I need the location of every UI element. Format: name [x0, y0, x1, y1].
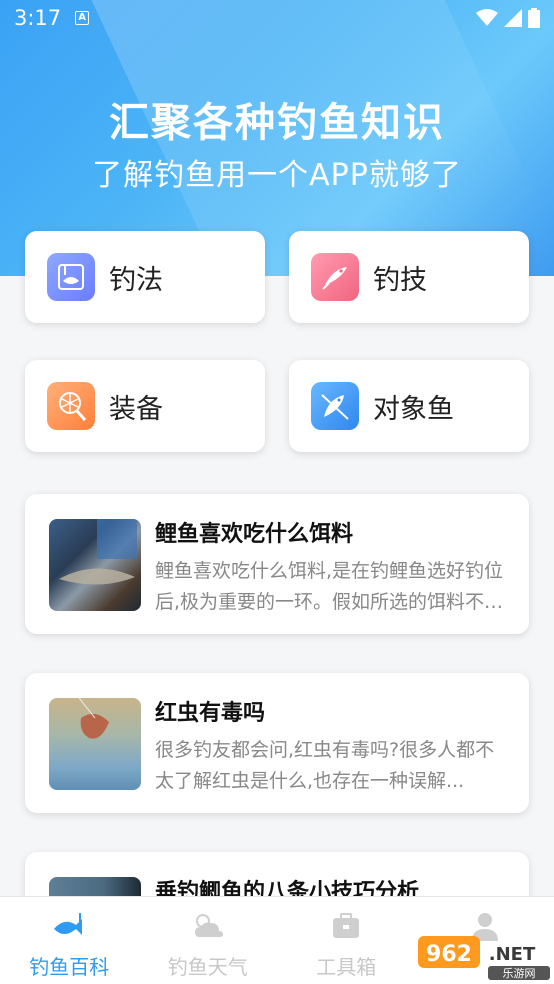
hero-subtitle: 了解钓鱼用一个APP就够了 — [92, 158, 462, 193]
category-fishing-skill[interactable]: 钓技 — [289, 231, 529, 323]
nav-label: 钓鱼百科 — [29, 955, 110, 979]
net-icon — [47, 382, 95, 430]
wifi-icon — [476, 9, 498, 26]
nav-tab-toolbox[interactable]: 工具箱 — [277, 897, 416, 984]
article-description: 鲤鱼喜欢吃什么饵料,是在钓鲤鱼选好钓位后,极为重要的一环。假如所选的饵料不对..… — [155, 560, 504, 613]
fish-icon — [52, 909, 86, 943]
article-title: 鲤鱼喜欢吃什么饵料 — [155, 522, 354, 547]
battery-icon — [528, 8, 540, 28]
svg-text:962: 962 — [426, 942, 472, 967]
category-label: 钓技 — [373, 264, 427, 296]
nav-tab-encyclopedia[interactable]: 钓鱼百科 — [0, 897, 139, 984]
fish-target-icon — [311, 382, 359, 430]
toolbox-icon — [329, 909, 363, 943]
article-card[interactable]: 鲤鱼喜欢吃什么饵料 鲤鱼喜欢吃什么饵料,是在钓鲤鱼选好钓位后,极为重要的一环。假… — [25, 494, 529, 634]
svg-text:乐游网: 乐游网 — [503, 967, 536, 980]
site-watermark-logo: 962 .NET 乐游网 — [418, 936, 550, 980]
svg-text:.NET: .NET — [489, 944, 536, 965]
category-label: 钓法 — [109, 264, 163, 296]
fishing-skill-icon — [311, 253, 359, 301]
nav-tab-weather[interactable]: 钓鱼天气 — [139, 897, 278, 984]
weather-icon — [191, 909, 225, 943]
fishing-method-icon — [47, 253, 95, 301]
article-thumbnail — [49, 519, 141, 611]
article-thumbnail — [49, 698, 141, 790]
nav-label: 钓鱼天气 — [167, 955, 248, 979]
signal-icon — [504, 9, 522, 27]
status-time: 3:17 — [14, 6, 62, 30]
category-equipment[interactable]: 装备 — [25, 360, 265, 452]
article-title: 红虫有毒吗 — [155, 701, 266, 726]
article-card[interactable]: 红虫有毒吗 很多钓友都会问,红虫有毒吗?很多人都不太了解红虫是什么,也存在一种误… — [25, 673, 529, 813]
status-bar: 3:17 A — [0, 0, 554, 36]
hero-title: 汇聚各种钓鱼知识 — [109, 100, 445, 146]
notification-badge: A — [75, 11, 90, 25]
nav-label: 工具箱 — [316, 955, 377, 979]
category-fishing-method[interactable]: 钓法 — [25, 231, 265, 323]
category-label: 对象鱼 — [373, 393, 454, 425]
category-target-fish[interactable]: 对象鱼 — [289, 360, 529, 452]
article-description: 很多钓友都会问,红虫有毒吗?很多人都不太了解红虫是什么,也存在一种误解... — [155, 739, 495, 792]
category-label: 装备 — [109, 393, 163, 425]
